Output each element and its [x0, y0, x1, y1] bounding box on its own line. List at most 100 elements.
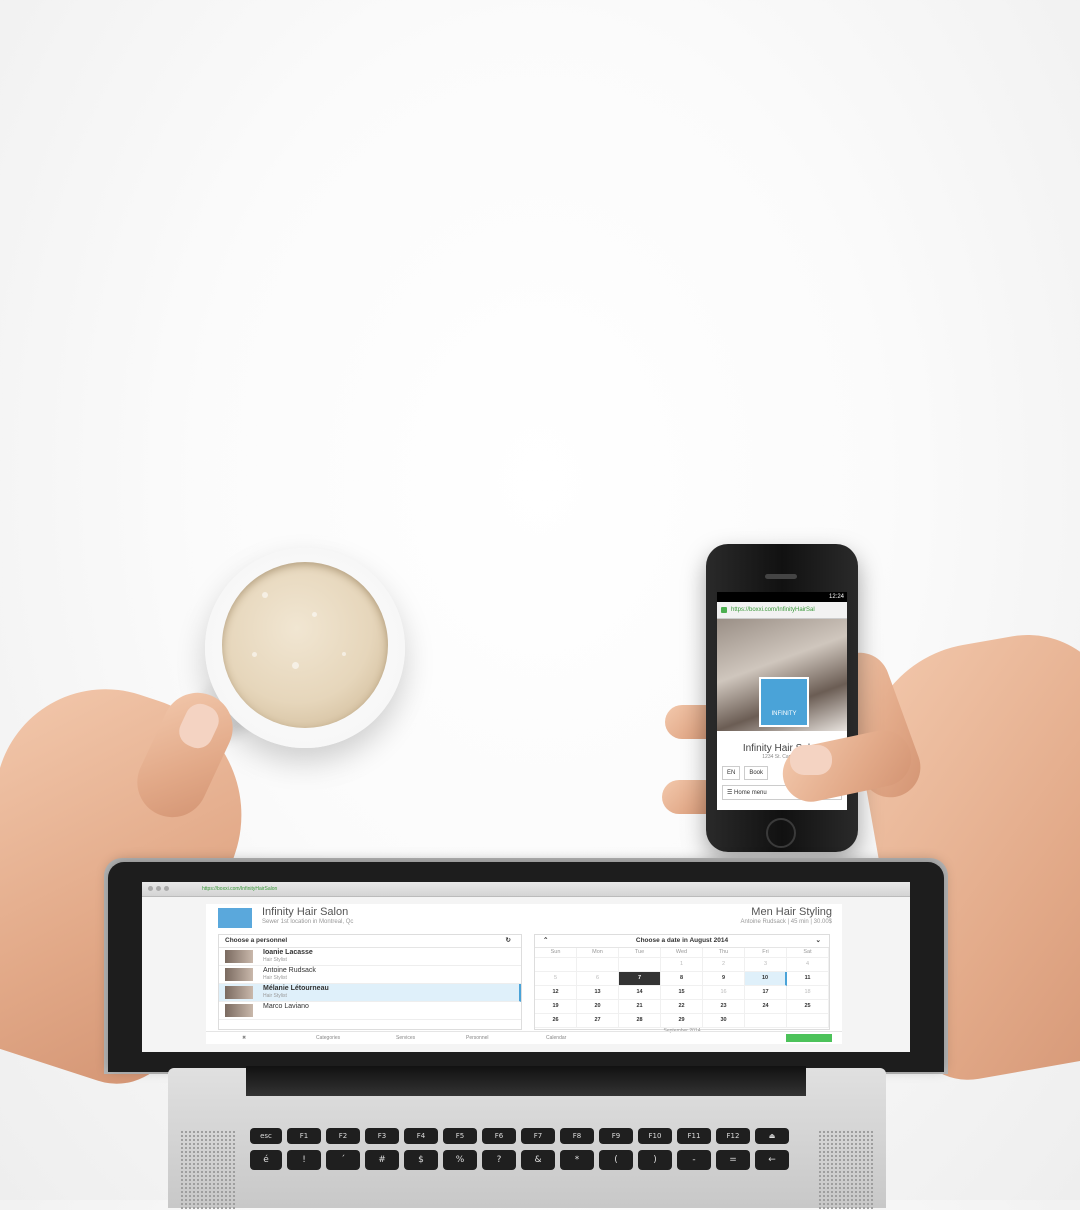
- calendar-day[interactable]: 19: [535, 1000, 577, 1014]
- staff-panel-header: Choose a personnel ↻: [219, 935, 521, 948]
- calendar-day[interactable]: 21: [619, 1000, 661, 1014]
- calendar-day: 4: [787, 958, 829, 972]
- key[interactable]: !: [287, 1150, 321, 1170]
- salon-hero-photo: INFINITY: [717, 619, 847, 731]
- staff-row[interactable]: Ioanie Lacasse Hair Stylist: [219, 948, 521, 966]
- calendar-day[interactable]: 15: [661, 986, 703, 1000]
- staff-name: Antoine Rudsack: [263, 967, 316, 974]
- key[interactable]: ?: [482, 1150, 516, 1170]
- calendar-day[interactable]: 29: [661, 1014, 703, 1028]
- key[interactable]: -: [677, 1150, 711, 1170]
- key-f1[interactable]: F1: [287, 1128, 321, 1144]
- salon-logo: [218, 908, 252, 928]
- staff-photo: [225, 986, 253, 999]
- staff-row-selected[interactable]: Mélanie Létourneau Hair Stylist: [219, 984, 521, 1002]
- key-esc[interactable]: esc: [250, 1128, 282, 1144]
- key-f2[interactable]: F2: [326, 1128, 360, 1144]
- step-services[interactable]: Services: [396, 1032, 415, 1044]
- calendar-grid: Sun Mon Tue Wed Thu Fri Sat 1 2 3 4 5 6 …: [535, 948, 829, 1028]
- maximize-dot-icon[interactable]: [164, 886, 169, 891]
- key[interactable]: é: [250, 1150, 282, 1170]
- weekday-label: Sat: [787, 948, 829, 958]
- calendar-day[interactable]: 14: [619, 986, 661, 1000]
- next-month-icon[interactable]: ⌄: [816, 935, 821, 947]
- calendar-day: [745, 1014, 787, 1028]
- staff-panel-title: Choose a personnel: [225, 937, 288, 944]
- key-f4[interactable]: F4: [404, 1128, 438, 1144]
- key[interactable]: $: [404, 1150, 438, 1170]
- key[interactable]: (: [599, 1150, 633, 1170]
- minimize-dot-icon[interactable]: [156, 886, 161, 891]
- service-title: Men Hair Styling: [751, 906, 832, 918]
- key-f10[interactable]: F10: [638, 1128, 672, 1144]
- key-backspace[interactable]: ←: [755, 1150, 789, 1170]
- key[interactable]: #: [365, 1150, 399, 1170]
- keyboard: esc F1 F2 F3 F4 F5 F6 F7 F8 F9 F10 F11 F…: [250, 1128, 805, 1208]
- calendar-day: 18: [787, 986, 829, 1000]
- calendar-day[interactable]: 11: [787, 972, 829, 986]
- staff-role: Hair Stylist: [263, 975, 287, 981]
- language-select[interactable]: EN: [722, 766, 741, 780]
- calendar-day[interactable]: 22: [661, 1000, 703, 1014]
- calendar-day[interactable]: 20: [577, 1000, 619, 1014]
- speaker-grille-right: [818, 1130, 873, 1210]
- laptop-hinge: [246, 1066, 806, 1096]
- staff-row[interactable]: Marco Laviano: [219, 1002, 521, 1020]
- key[interactable]: ): [638, 1150, 672, 1170]
- salon-logo: INFINITY: [759, 677, 809, 727]
- key-f12[interactable]: F12: [716, 1128, 750, 1144]
- key-f7[interactable]: F7: [521, 1128, 555, 1144]
- staff-photo: [225, 1004, 253, 1017]
- staff-row[interactable]: Antoine Rudsack Hair Stylist: [219, 966, 521, 984]
- phone-home-button[interactable]: [766, 818, 796, 848]
- key[interactable]: &: [521, 1150, 555, 1170]
- calendar-title: Choose a date in August 2014: [635, 937, 729, 944]
- browser-address-bar[interactable]: https://boxxi.com/InfinityHairSalon: [142, 882, 910, 897]
- calendar-day[interactable]: 17: [745, 986, 787, 1000]
- calendar-day[interactable]: 28: [619, 1014, 661, 1028]
- staff-name: Mélanie Létourneau: [263, 985, 329, 992]
- calendar-day[interactable]: 30: [703, 1014, 745, 1028]
- key[interactable]: ´: [326, 1150, 360, 1170]
- close-icon[interactable]: ✖: [242, 1032, 246, 1044]
- phone-url-bar[interactable]: https://boxxi.com/InfinityHairSal: [717, 602, 847, 619]
- calendar-day[interactable]: 13: [577, 986, 619, 1000]
- calendar-day: 1: [661, 958, 703, 972]
- book-button[interactable]: Book: [744, 766, 769, 780]
- key-f11[interactable]: F11: [677, 1128, 711, 1144]
- key[interactable]: %: [443, 1150, 477, 1170]
- calendar-day[interactable]: 25: [787, 1000, 829, 1014]
- key-f6[interactable]: F6: [482, 1128, 516, 1144]
- coffee-foam: [222, 562, 388, 728]
- close-dot-icon[interactable]: [148, 886, 153, 891]
- key-f9[interactable]: F9: [599, 1128, 633, 1144]
- key-f5[interactable]: F5: [443, 1128, 477, 1144]
- weekday-label: Mon: [577, 948, 619, 958]
- calendar-day: [619, 958, 661, 972]
- step-categories[interactable]: Categories: [316, 1032, 340, 1044]
- calendar-day[interactable]: 26: [535, 1014, 577, 1028]
- calendar-day-selected[interactable]: 10: [745, 972, 787, 986]
- calendar-day[interactable]: 8: [661, 972, 703, 986]
- calendar-day: 3: [745, 958, 787, 972]
- staff-photo: [225, 968, 253, 981]
- weekday-label: Tue: [619, 948, 661, 958]
- step-personnel[interactable]: Personnel: [466, 1032, 489, 1044]
- calendar-day: 6: [577, 972, 619, 986]
- calendar-day[interactable]: 9: [703, 972, 745, 986]
- key[interactable]: *: [560, 1150, 594, 1170]
- key-f8[interactable]: F8: [560, 1128, 594, 1144]
- key-f3[interactable]: F3: [365, 1128, 399, 1144]
- refresh-icon[interactable]: ↻: [506, 935, 511, 947]
- key[interactable]: =: [716, 1150, 750, 1170]
- calendar-day-today[interactable]: 7: [619, 972, 661, 986]
- key-eject[interactable]: ⏏: [755, 1128, 789, 1144]
- next-step-button[interactable]: [786, 1034, 832, 1042]
- calendar-day[interactable]: 27: [577, 1014, 619, 1028]
- phone-url-text: https://boxxi.com/InfinityHairSal: [731, 607, 815, 613]
- calendar-day[interactable]: 24: [745, 1000, 787, 1014]
- calendar-day[interactable]: 23: [703, 1000, 745, 1014]
- calendar-day[interactable]: 12: [535, 986, 577, 1000]
- prev-month-icon[interactable]: ⌃: [543, 935, 548, 947]
- step-calendar[interactable]: Calendar: [546, 1032, 566, 1044]
